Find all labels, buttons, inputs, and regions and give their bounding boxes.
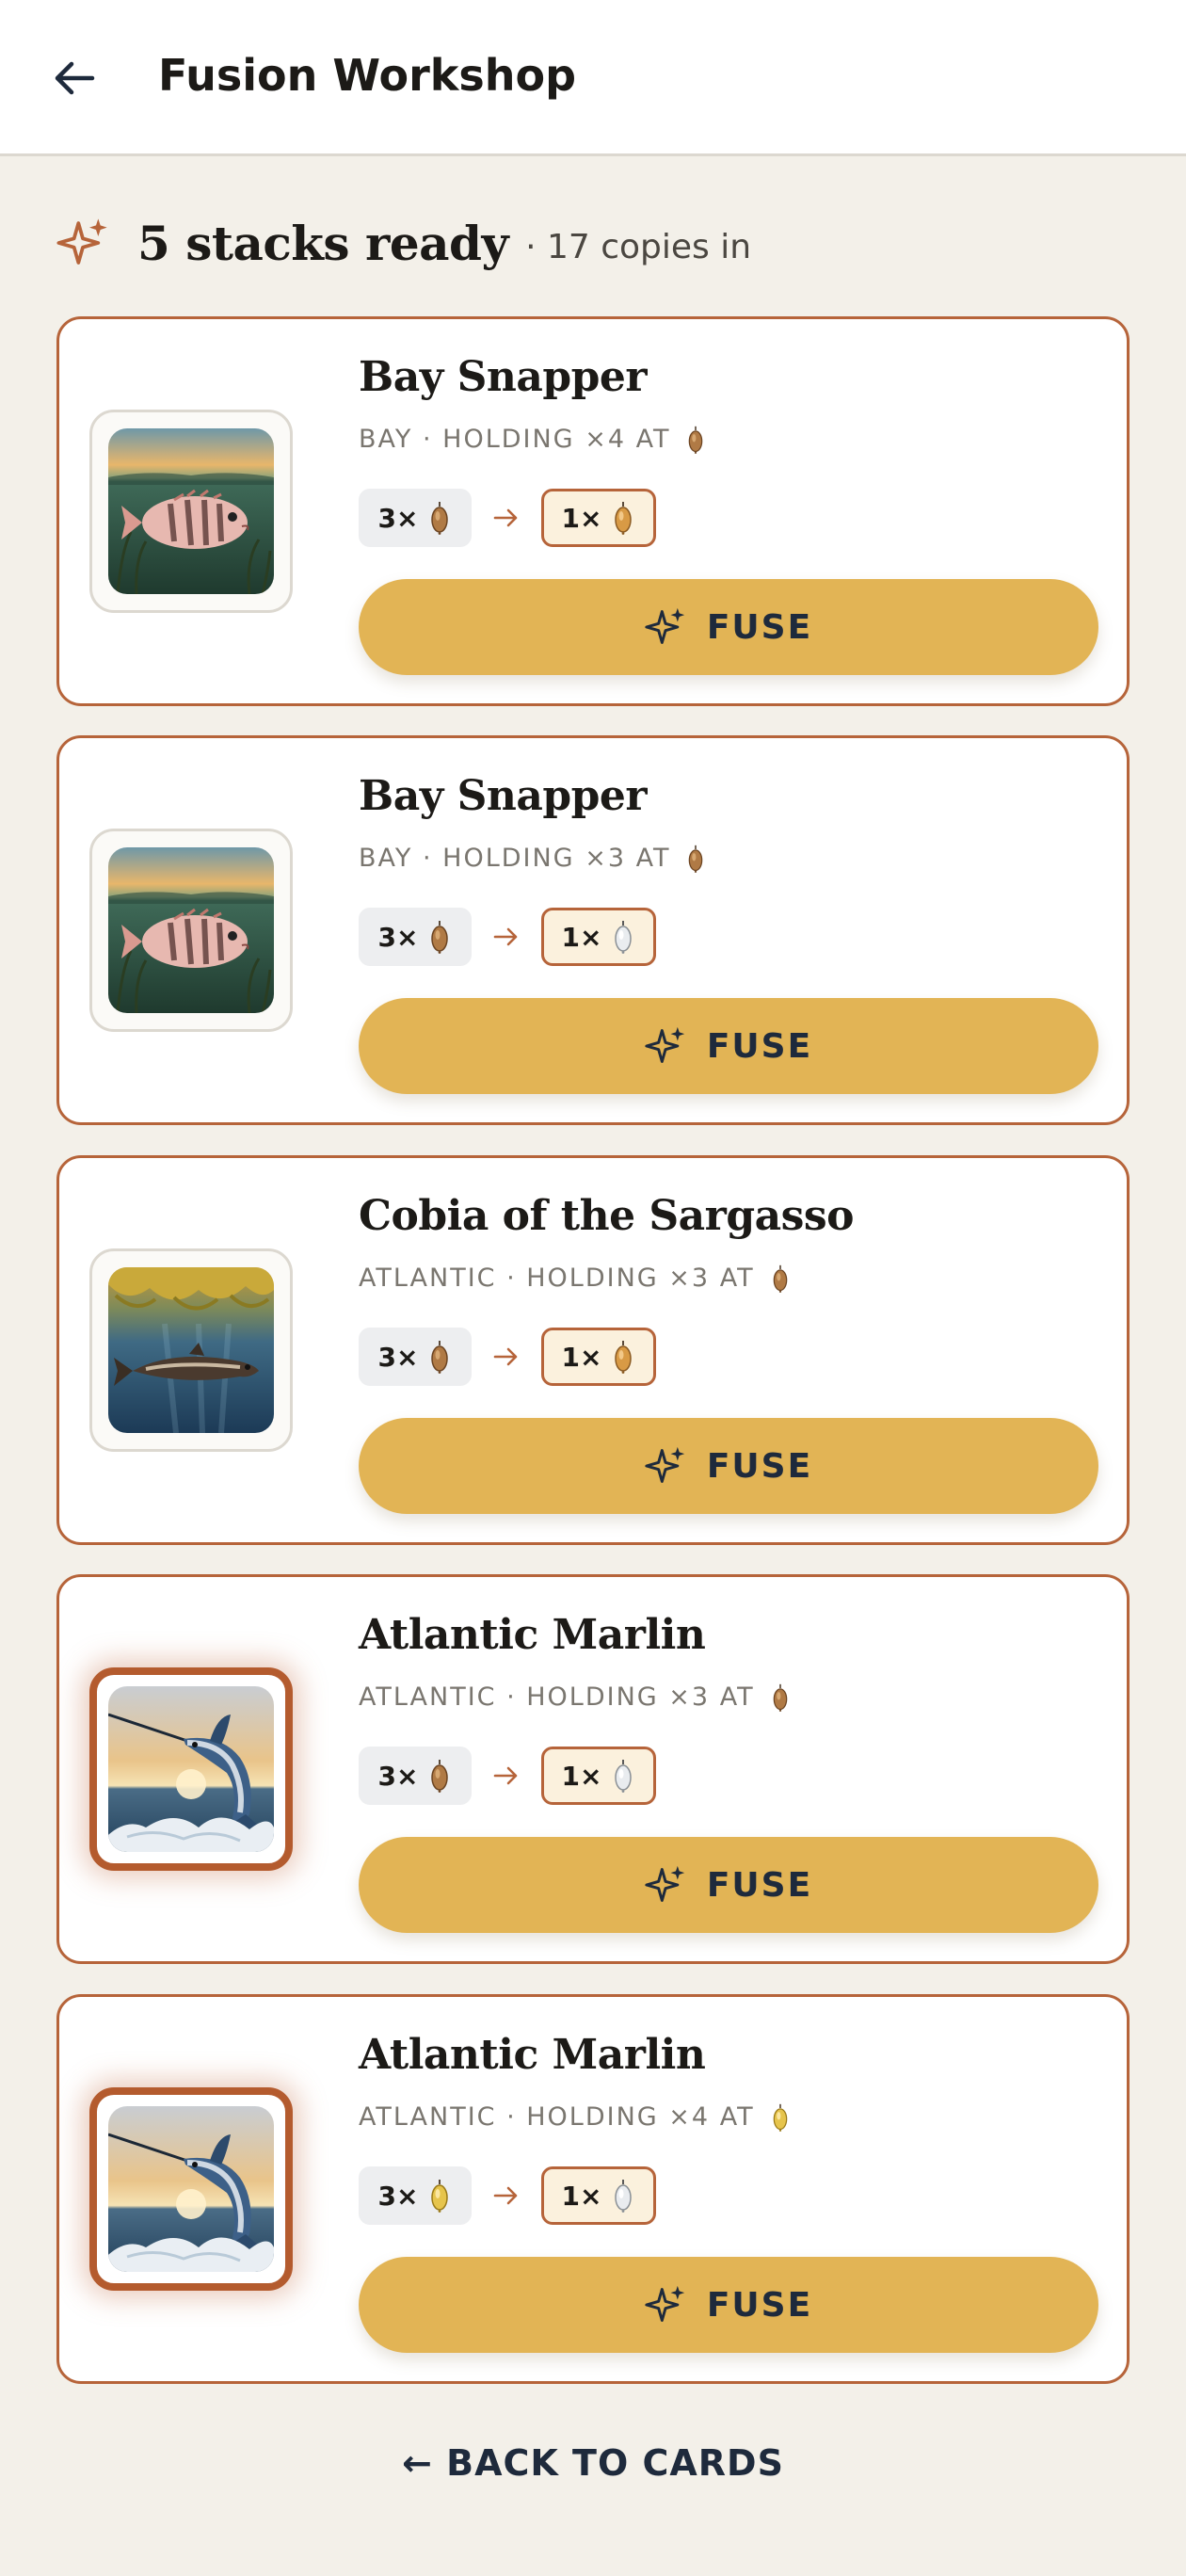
- bronze-lure-icon: [427, 1340, 452, 1374]
- input-chip: 3×: [359, 489, 472, 547]
- sparkle-icon: [645, 606, 686, 648]
- card-meta: BAY · HOLDING ×3 AT: [359, 844, 706, 873]
- input-chip: 3×: [359, 2166, 472, 2225]
- fusion-recipe: 3× 1×: [359, 2166, 656, 2225]
- back-to-cards-link[interactable]: ← BACK TO CARDS: [0, 2442, 1186, 2484]
- gold-bronze-lure-icon: [611, 1340, 635, 1374]
- card-meta: BAY · HOLDING ×4 AT: [359, 425, 706, 454]
- output-chip: 1×: [541, 908, 656, 966]
- arrow-right-icon: [493, 927, 518, 946]
- fish-thumbnail-frame[interactable]: [89, 2087, 293, 2291]
- output-chip: 1×: [541, 2166, 656, 2225]
- bronze-lure-icon: [685, 845, 706, 873]
- silver-lure-icon: [611, 2179, 635, 2213]
- fish-thumbnail-frame[interactable]: [89, 1248, 293, 1452]
- input-count: 3×: [377, 921, 419, 953]
- output-count: 1×: [561, 1760, 602, 1792]
- holding-label: BAY · HOLDING ×3 AT: [359, 844, 671, 873]
- bronze-lure-icon: [770, 1264, 791, 1293]
- sparkle-icon: [645, 1864, 686, 1906]
- cobia-image: [108, 1267, 274, 1433]
- card-title: Atlantic Marlin: [359, 2031, 706, 2079]
- bronze-lure-icon: [685, 426, 706, 454]
- page-title: Fusion Workshop: [158, 50, 577, 101]
- gold-bronze-lure-icon: [611, 501, 635, 535]
- fuse-button[interactable]: FUSE: [359, 1418, 1098, 1514]
- marlin-image: [108, 2106, 274, 2272]
- copies-count: · 17 copies in: [525, 227, 752, 266]
- arrow-right-icon: [493, 2186, 518, 2205]
- fusion-recipe: 3× 1×: [359, 908, 656, 966]
- fuse-button[interactable]: FUSE: [359, 998, 1098, 1094]
- bronze-lure-icon: [427, 501, 452, 535]
- input-count: 3×: [377, 1760, 419, 1792]
- bay-snapper-image: [108, 428, 274, 594]
- card-meta: ATLANTIC · HOLDING ×4 AT: [359, 2102, 791, 2132]
- input-chip: 3×: [359, 908, 472, 966]
- output-chip: 1×: [541, 1747, 656, 1805]
- fusion-recipe: 3× 1×: [359, 1747, 656, 1805]
- stacks-ready-heading: 5 stacks ready: [137, 215, 509, 271]
- output-count: 1×: [561, 2180, 602, 2212]
- sparkle-icon: [645, 2284, 686, 2326]
- arrow-right-icon: [493, 1347, 518, 1366]
- bronze-lure-icon: [427, 1759, 452, 1793]
- input-count: 3×: [377, 1341, 419, 1373]
- sparkle-icon: [645, 1445, 686, 1487]
- gold-lure-icon: [427, 2179, 452, 2213]
- fish-thumbnail-frame[interactable]: [89, 829, 293, 1032]
- sparkle-icon: [56, 217, 109, 269]
- holding-label: ATLANTIC · HOLDING ×3 AT: [359, 1264, 755, 1293]
- card-meta: ATLANTIC · HOLDING ×3 AT: [359, 1264, 791, 1293]
- output-chip: 1×: [541, 1328, 656, 1386]
- card-title: Bay Snapper: [359, 353, 648, 401]
- fish-thumbnail-frame[interactable]: [89, 410, 293, 613]
- card-title: Bay Snapper: [359, 772, 648, 820]
- fuse-button[interactable]: FUSE: [359, 1837, 1098, 1933]
- output-count: 1×: [561, 1341, 602, 1373]
- back-button[interactable]: [41, 45, 107, 111]
- card-title: Atlantic Marlin: [359, 1611, 706, 1659]
- fusion-card: Atlantic Marlin ATLANTIC · HOLDING ×4 AT…: [56, 1994, 1130, 2384]
- fuse-button[interactable]: FUSE: [359, 2257, 1098, 2353]
- input-chip: 3×: [359, 1747, 472, 1805]
- marlin-image: [108, 1686, 274, 1852]
- bronze-lure-icon: [770, 1683, 791, 1712]
- holding-label: ATLANTIC · HOLDING ×4 AT: [359, 2102, 755, 2132]
- silver-lure-icon: [611, 920, 635, 954]
- bay-snapper-image: [108, 847, 274, 1013]
- fusion-card: Cobia of the Sargasso ATLANTIC · HOLDING…: [56, 1155, 1130, 1545]
- bronze-lure-icon: [427, 920, 452, 954]
- arrow-right-icon: [493, 508, 518, 527]
- input-count: 3×: [377, 502, 419, 534]
- input-count: 3×: [377, 2180, 419, 2212]
- arrow-right-icon: [493, 1766, 518, 1785]
- fuse-label: FUSE: [706, 1026, 813, 1066]
- app-header: Fusion Workshop: [0, 0, 1186, 156]
- silver-lure-icon: [611, 1759, 635, 1793]
- holding-label: BAY · HOLDING ×4 AT: [359, 425, 671, 454]
- fuse-label: FUSE: [706, 2285, 813, 2325]
- output-count: 1×: [561, 921, 602, 953]
- card-title: Cobia of the Sargasso: [359, 1192, 855, 1240]
- input-chip: 3×: [359, 1328, 472, 1386]
- stacks-summary: 5 stacks ready · 17 copies in: [56, 205, 751, 281]
- fuse-label: FUSE: [706, 1865, 813, 1905]
- fuse-button[interactable]: FUSE: [359, 579, 1098, 675]
- holding-label: ATLANTIC · HOLDING ×3 AT: [359, 1682, 755, 1712]
- fish-thumbnail-frame[interactable]: [89, 1667, 293, 1871]
- fuse-label: FUSE: [706, 607, 813, 647]
- fusion-card: Bay Snapper BAY · HOLDING ×3 AT 3× 1× FU…: [56, 735, 1130, 1125]
- arrow-left-icon: [55, 61, 95, 95]
- card-meta: ATLANTIC · HOLDING ×3 AT: [359, 1682, 791, 1712]
- fusion-recipe: 3× 1×: [359, 1328, 656, 1386]
- fusion-recipe: 3× 1×: [359, 489, 656, 547]
- fuse-label: FUSE: [706, 1446, 813, 1486]
- output-chip: 1×: [541, 489, 656, 547]
- gold-lure-icon: [770, 2103, 791, 2132]
- fusion-card: Bay Snapper BAY · HOLDING ×4 AT 3× 1× FU…: [56, 316, 1130, 706]
- fusion-card: Atlantic Marlin ATLANTIC · HOLDING ×3 AT…: [56, 1574, 1130, 1964]
- output-count: 1×: [561, 502, 602, 534]
- sparkle-icon: [645, 1025, 686, 1067]
